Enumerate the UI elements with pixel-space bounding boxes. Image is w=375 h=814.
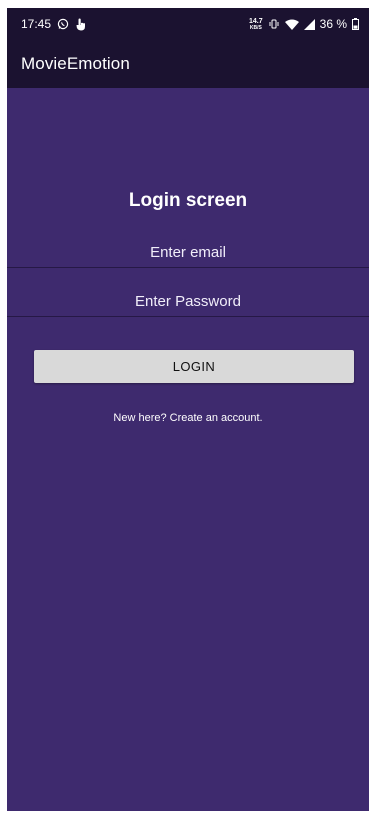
network-speed: 14.7 KB/S: [249, 18, 263, 31]
status-bar: 17:45 14.7 KB/S 36 %: [7, 8, 369, 40]
wifi-icon: [284, 19, 299, 30]
password-field-container: [7, 286, 369, 317]
password-field[interactable]: [7, 286, 369, 316]
vibrate-icon: [268, 19, 280, 29]
app-title: MovieEmotion: [21, 54, 130, 73]
email-field[interactable]: [7, 237, 369, 267]
network-speed-value: 14.7: [249, 17, 263, 25]
create-account-link[interactable]: New here? Create an account.: [7, 412, 369, 424]
signal-icon: [303, 18, 315, 30]
network-speed-unit: KB/S: [249, 24, 262, 31]
whatsapp-icon: [57, 18, 69, 30]
status-left: 17:45: [21, 17, 86, 31]
status-time: 17:45: [21, 17, 52, 31]
login-button[interactable]: LOGIN: [34, 350, 354, 383]
battery-percent: 36 %: [319, 17, 347, 31]
app-bar: MovieEmotion: [7, 40, 369, 88]
email-field-container: [7, 237, 369, 268]
login-screen-title: Login screen: [128, 190, 248, 211]
battery-icon: [352, 18, 359, 30]
phone-screen: 17:45 14.7 KB/S 36 % MovieEmotion Login …: [7, 8, 369, 811]
touch-icon: [75, 18, 86, 31]
status-right: 14.7 KB/S 36 %: [249, 17, 359, 31]
